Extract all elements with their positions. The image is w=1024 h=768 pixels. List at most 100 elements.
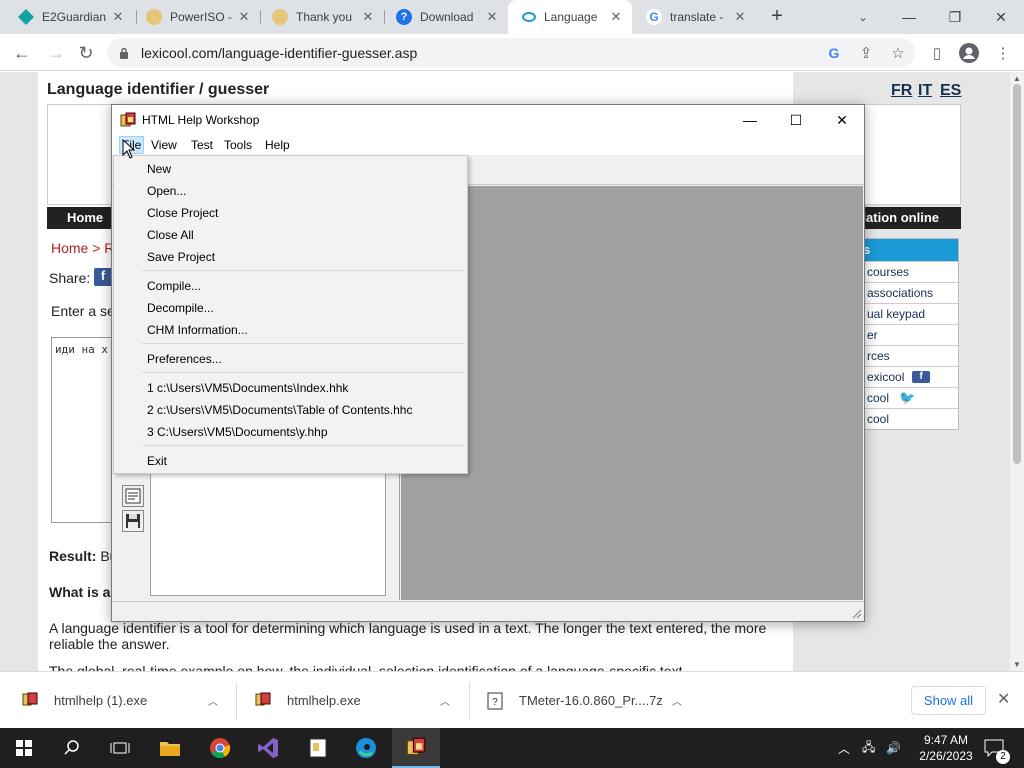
- chrome-icon[interactable]: [196, 728, 244, 768]
- nav-translation-online-link[interactable]: lation online: [862, 210, 939, 225]
- breadcrumb[interactable]: Home > R: [51, 240, 114, 256]
- back-icon[interactable]: ←: [8, 39, 36, 67]
- chevron-up-icon[interactable]: ︿: [208, 693, 218, 708]
- close-tab-icon[interactable]: ✕: [360, 9, 376, 25]
- hhw-title: HTML Help Workshop: [142, 113, 260, 127]
- e2guardian-favicon-icon: [18, 9, 34, 25]
- sidebar-item-facebook-label: exicool: [867, 370, 905, 384]
- menu-item-close-project[interactable]: Close Project: [147, 206, 218, 220]
- tab-e2guardian[interactable]: E2Guardian ✕: [4, 0, 134, 34]
- show-hidden-icons-icon[interactable]: ︿: [838, 728, 850, 768]
- lang-link-fr[interactable]: FR: [891, 82, 912, 100]
- hhw-titlebar[interactable]: HTML Help Workshop — ☐ ✕: [112, 105, 864, 135]
- notification-count-badge: 2: [996, 750, 1010, 764]
- notepad-app-icon[interactable]: [294, 728, 342, 768]
- close-tab-icon[interactable]: ✕: [732, 9, 748, 25]
- menu-separator: [142, 372, 464, 373]
- nav-home-link[interactable]: Home: [67, 210, 103, 225]
- download-item-tmeter[interactable]: ? TMeter-16.0.860_Pr....7z ︿: [487, 672, 699, 729]
- html-help-workshop-taskbar-icon[interactable]: [392, 728, 440, 768]
- download-item-htmlhelp[interactable]: htmlhelp.exe ︿: [255, 672, 467, 729]
- scroll-up-icon[interactable]: ▲: [1013, 74, 1021, 83]
- scroll-thumb[interactable]: [1013, 84, 1021, 464]
- address-bar[interactable]: lexicool.com/language-identifier-guesser…: [107, 38, 915, 67]
- facebook-icon: f: [912, 371, 930, 383]
- bookmark-star-icon[interactable]: ☆: [887, 42, 909, 64]
- menu-item-chm-information[interactable]: CHM Information...: [147, 323, 248, 337]
- close-window-icon[interactable]: ✕: [978, 0, 1024, 34]
- show-all-downloads-button[interactable]: Show all: [911, 686, 986, 715]
- hhw-menubar: File View Test Tools Help: [112, 135, 864, 155]
- mouse-cursor-icon: [122, 139, 136, 159]
- kebab-menu-icon[interactable]: ⋮: [992, 42, 1014, 64]
- what-is-heading: What is a: [49, 584, 111, 600]
- menu-tools[interactable]: Tools: [224, 138, 252, 152]
- chevron-up-icon[interactable]: ︿: [440, 693, 450, 708]
- svg-text:?: ?: [492, 697, 498, 708]
- edge-icon[interactable]: [342, 728, 390, 768]
- close-tab-icon[interactable]: ✕: [484, 9, 500, 25]
- search-icon[interactable]: [48, 728, 96, 768]
- new-tab-button[interactable]: +: [766, 6, 788, 28]
- volume-icon[interactable]: 🔊: [886, 728, 901, 768]
- menu-test[interactable]: Test: [191, 138, 213, 152]
- hhw-maximize-icon[interactable]: ☐: [773, 105, 819, 135]
- tab-download[interactable]: ? Download ✕: [382, 0, 508, 34]
- lang-link-es[interactable]: ES: [940, 82, 961, 100]
- poweriso-favicon-icon: [146, 9, 162, 25]
- menu-item-open[interactable]: Open...: [147, 184, 186, 198]
- menu-item-preferences[interactable]: Preferences...: [147, 352, 222, 366]
- hhw-minimize-icon[interactable]: —: [727, 105, 773, 135]
- lang-link-it[interactable]: IT: [918, 82, 932, 100]
- description-paragraph: A language identifier is a tool for dete…: [49, 620, 767, 652]
- close-tab-icon[interactable]: ✕: [236, 9, 252, 25]
- google-translate-icon[interactable]: G: [823, 42, 845, 64]
- lexicool-favicon-icon: [522, 12, 536, 22]
- download-item-htmlhelp-1[interactable]: htmlhelp (1).exe ︿: [22, 672, 234, 729]
- side-panel-icon[interactable]: ▯: [926, 42, 948, 64]
- close-downloads-bar-icon[interactable]: ✕: [997, 689, 1010, 709]
- minimize-icon[interactable]: —: [886, 0, 932, 34]
- network-icon[interactable]: 🖧: [862, 728, 875, 768]
- menu-item-recent-3[interactable]: 3 C:\Users\VM5\Documents\y.hhp: [147, 425, 328, 439]
- menu-help[interactable]: Help: [265, 138, 290, 152]
- menu-item-decompile[interactable]: Decompile...: [147, 301, 214, 315]
- menu-item-compile[interactable]: Compile...: [147, 279, 201, 293]
- save-file-icon[interactable]: [122, 510, 144, 532]
- menu-item-recent-2[interactable]: 2 c:\Users\VM5\Documents\Table of Conten…: [147, 403, 412, 417]
- restore-icon[interactable]: ❐: [932, 0, 978, 34]
- reload-icon[interactable]: ↻: [72, 39, 100, 67]
- tab-language[interactable]: Language ✕: [508, 0, 632, 34]
- notification-center-icon[interactable]: 2: [984, 728, 1010, 768]
- menu-item-exit[interactable]: Exit: [147, 454, 167, 468]
- forward-icon[interactable]: →: [42, 39, 70, 67]
- task-view-icon[interactable]: [96, 728, 144, 768]
- chevron-up-icon[interactable]: ︿: [672, 693, 682, 708]
- archive-file-icon: ?: [487, 692, 503, 709]
- menu-separator: [142, 343, 464, 344]
- hhw-close-icon[interactable]: ✕: [819, 105, 865, 135]
- system-clock[interactable]: 9:47 AM 2/26/2023: [916, 732, 976, 764]
- clock-date: 2/26/2023: [919, 749, 973, 763]
- scroll-down-icon[interactable]: ▼: [1013, 660, 1021, 669]
- tab-poweriso[interactable]: PowerISO - ✕: [132, 0, 260, 34]
- tab-search-icon[interactable]: ⌄: [840, 0, 886, 34]
- resize-grip-icon[interactable]: [850, 607, 862, 619]
- menu-item-close-all[interactable]: Close All: [147, 228, 194, 242]
- menu-view[interactable]: View: [151, 138, 177, 152]
- tab-translate[interactable]: G translate - ✕: [632, 0, 756, 34]
- start-windows-icon[interactable]: [0, 728, 48, 768]
- visual-studio-icon[interactable]: [244, 728, 292, 768]
- menu-item-save-project[interactable]: Save Project: [147, 250, 215, 264]
- facebook-share-icon[interactable]: f: [94, 268, 112, 286]
- menu-item-new[interactable]: New: [147, 162, 171, 176]
- file-explorer-icon[interactable]: [146, 728, 194, 768]
- profile-avatar-icon[interactable]: [958, 42, 980, 64]
- share-icon[interactable]: ⇪: [855, 42, 877, 64]
- menu-item-recent-1[interactable]: 1 c:\Users\VM5\Documents\Index.hhk: [147, 381, 348, 395]
- tab-thank-you[interactable]: Thank you ✕: [258, 0, 384, 34]
- close-tab-icon[interactable]: ✕: [110, 9, 126, 25]
- change-project-options-icon[interactable]: [122, 485, 144, 507]
- close-tab-icon[interactable]: ✕: [608, 9, 624, 25]
- page-scrollbar[interactable]: ▲ ▼: [1010, 72, 1024, 671]
